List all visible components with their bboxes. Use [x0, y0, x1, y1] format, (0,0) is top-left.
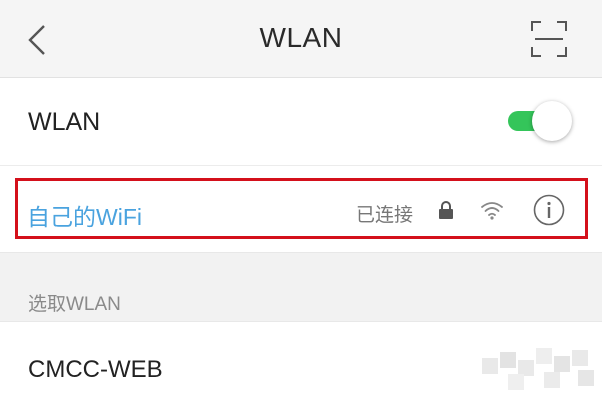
wlan-toggle-switch[interactable]	[508, 101, 572, 141]
network-ssid[interactable]: CMCC-WEB	[28, 356, 163, 384]
connection-status: 已连接	[356, 205, 414, 226]
watermark-mosaic	[478, 338, 602, 402]
info-icon[interactable]	[533, 194, 565, 226]
wlan-toggle-label: WLAN	[28, 108, 101, 136]
connected-network-ssid[interactable]: 自己的WiFi	[27, 198, 142, 232]
lock-icon	[439, 201, 453, 219]
page-title: WLAN	[259, 22, 343, 53]
available-networks-heading: 选取WLAN	[28, 294, 121, 315]
toggle-knob	[532, 101, 572, 141]
top-bar: WLAN	[0, 0, 602, 78]
scan-frame-icon[interactable]	[531, 21, 567, 57]
wifi-signal-icon	[481, 202, 503, 220]
